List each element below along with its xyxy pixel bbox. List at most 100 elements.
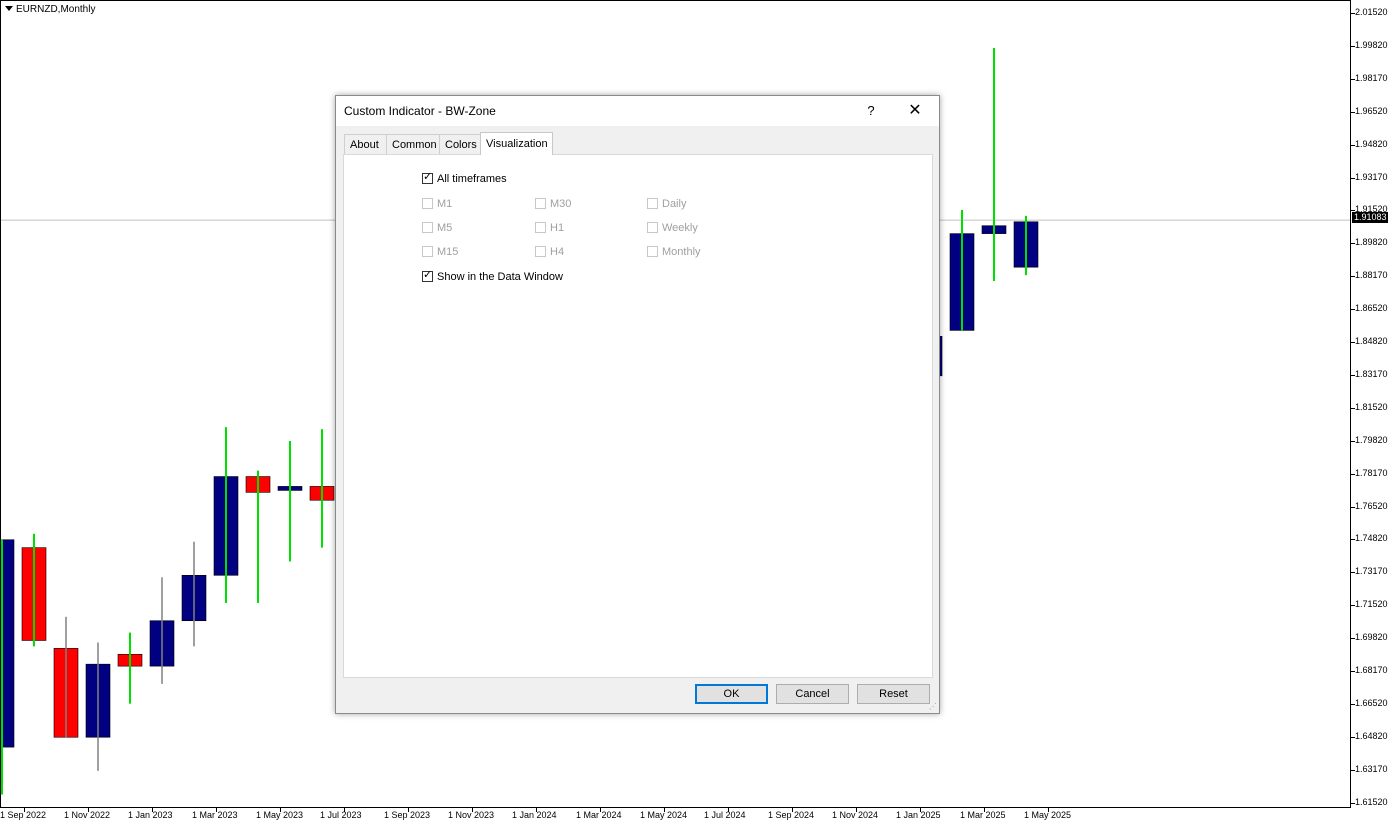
checkbox-box[interactable] (535, 246, 546, 257)
date-axis-tick (344, 808, 345, 812)
timeframe-checkbox-h4[interactable]: H4 (535, 246, 564, 259)
symbol-label: EURNZD,Monthly (5, 4, 95, 15)
price-axis-tick (1351, 243, 1355, 245)
candle (309, 429, 335, 548)
price-axis-label: 1.93170 (1355, 171, 1388, 182)
date-axis-label: 1 Jan 2025 (896, 810, 941, 820)
price-axis-tick (1351, 45, 1355, 47)
price-axis-tick (1351, 769, 1355, 771)
price-axis-label: 2.01520 (1355, 7, 1388, 17)
price-axis-label: 1.81520 (1355, 401, 1388, 412)
price-axis-tick (1351, 703, 1355, 705)
price-axis-tick (1351, 638, 1355, 640)
timeframe-checkbox-m30[interactable]: M30 (535, 198, 571, 211)
date-axis-tick (280, 808, 281, 812)
price-axis-label: 1.96520 (1355, 105, 1388, 116)
price-axis-label: 1.64820 (1355, 730, 1388, 741)
checkbox-label: M30 (550, 198, 572, 210)
tab-common[interactable]: Common (386, 134, 440, 154)
date-axis-label: 1 Jul 2023 (320, 810, 362, 820)
price-axis-label: 1.86520 (1355, 303, 1388, 314)
checkbox-box[interactable]: ✓ (422, 171, 433, 184)
date-axis-tick (536, 808, 537, 812)
checkbox-label: M15 (437, 246, 459, 258)
price-axis-tick (1351, 506, 1355, 508)
dropdown-triangle-icon[interactable] (5, 6, 13, 11)
price-axis-label: 1.66520 (1355, 697, 1388, 708)
timeframe-checkbox-daily[interactable]: Daily (647, 198, 686, 211)
date-axis-tick (1048, 808, 1049, 812)
date-axis-tick (984, 808, 985, 812)
date-axis-label: 1 Jan 2024 (512, 810, 557, 820)
price-axis-label: 1.73170 (1355, 566, 1388, 577)
tab-colors[interactable]: Colors (439, 134, 481, 154)
checkbox-box[interactable]: ✓ (422, 269, 433, 282)
price-axis-tick (1351, 78, 1355, 80)
checkbox-box[interactable] (647, 246, 658, 257)
timeframe-checkbox-h1[interactable]: H1 (535, 222, 564, 235)
timeframe-checkbox-m15[interactable]: M15 (422, 246, 458, 259)
checkbox-box[interactable] (422, 198, 433, 209)
checkbox-box[interactable] (535, 198, 546, 209)
price-axis-label: 1.98170 (1355, 72, 1388, 83)
date-axis-label: 1 Mar 2023 (192, 810, 238, 820)
price-axis-label: 1.76520 (1355, 500, 1388, 511)
visualization-panel: ✓ All timeframes M1 M30 Daily M5 H1 Weekl… (343, 154, 933, 678)
price-axis-tick (1351, 473, 1355, 475)
date-axis-tick (600, 808, 601, 812)
resize-grip-icon[interactable]: ⋰ (929, 703, 937, 711)
price-axis-label: 1.84820 (1355, 336, 1388, 346)
ok-button[interactable]: OK (695, 684, 768, 704)
price-axis-label: 1.61520 (1355, 796, 1388, 807)
cancel-button[interactable]: Cancel (776, 684, 849, 704)
price-axis-label: 1.68170 (1355, 665, 1388, 675)
price-axis-tick (1351, 802, 1355, 804)
date-axis-tick (728, 808, 729, 812)
reset-button[interactable]: Reset (857, 684, 930, 704)
price-axis-label: 1.83170 (1355, 368, 1388, 379)
timeframe-checkbox-m1[interactable]: M1 (422, 198, 452, 211)
date-axis-tick (664, 808, 665, 812)
candle (277, 440, 303, 562)
date-axis-label: 1 Mar 2024 (576, 810, 622, 820)
checkbox-box[interactable] (535, 222, 546, 233)
checkbox-box[interactable] (647, 198, 658, 209)
timeframe-checkbox-weekly[interactable]: Weekly (647, 222, 698, 235)
dialog-titlebar[interactable]: Custom Indicator - BW-Zone ? ✕ (336, 96, 939, 126)
price-axis-label: 1.79820 (1355, 434, 1388, 445)
candle (245, 470, 271, 603)
help-button[interactable]: ? (856, 96, 886, 126)
checkbox-box[interactable] (422, 222, 433, 233)
date-axis-tick (24, 808, 25, 812)
checkbox-box[interactable] (422, 246, 433, 257)
price-axis-label: 1.63170 (1355, 763, 1388, 774)
tab-about[interactable]: About (344, 134, 387, 154)
checkbox-label: H4 (550, 246, 565, 258)
price-axis-label: 1.69820 (1355, 632, 1388, 643)
show-in-data-window-checkbox[interactable]: ✓ Show in the Data Window (422, 269, 563, 284)
price-axis-tick (1351, 407, 1355, 409)
symbol-timeframe-text: EURNZD,Monthly (16, 4, 96, 15)
checkbox-label: M5 (437, 222, 453, 234)
checkbox-box[interactable] (647, 222, 658, 233)
price-axis-tick (1351, 736, 1355, 738)
date-axis-label: 1 Jul 2024 (704, 810, 746, 820)
checkbox-label: Monthly (662, 246, 701, 258)
tab-visualization[interactable]: Visualization (480, 132, 553, 155)
checkbox-label: All timeframes (437, 173, 507, 185)
price-axis-tick (1351, 144, 1355, 146)
timeframe-checkbox-m5[interactable]: M5 (422, 222, 452, 235)
candle (213, 427, 239, 603)
price-axis-label: 1.89820 (1355, 237, 1388, 248)
all-timeframes-checkbox[interactable]: ✓ All timeframes (422, 171, 507, 186)
close-button[interactable]: ✕ (900, 96, 930, 126)
date-axis-tick (216, 808, 217, 812)
candle (181, 541, 207, 647)
price-axis-label: 1.94820 (1355, 138, 1388, 149)
price-axis-tick (1351, 605, 1355, 607)
custom-indicator-dialog: Custom Indicator - BW-Zone ? ✕ About Com… (335, 95, 940, 714)
timeframe-checkbox-monthly[interactable]: Monthly (647, 246, 701, 259)
checkbox-label: Weekly (662, 222, 698, 234)
price-axis-tick (1351, 572, 1355, 574)
checkmark-icon: ✓ (423, 171, 433, 183)
